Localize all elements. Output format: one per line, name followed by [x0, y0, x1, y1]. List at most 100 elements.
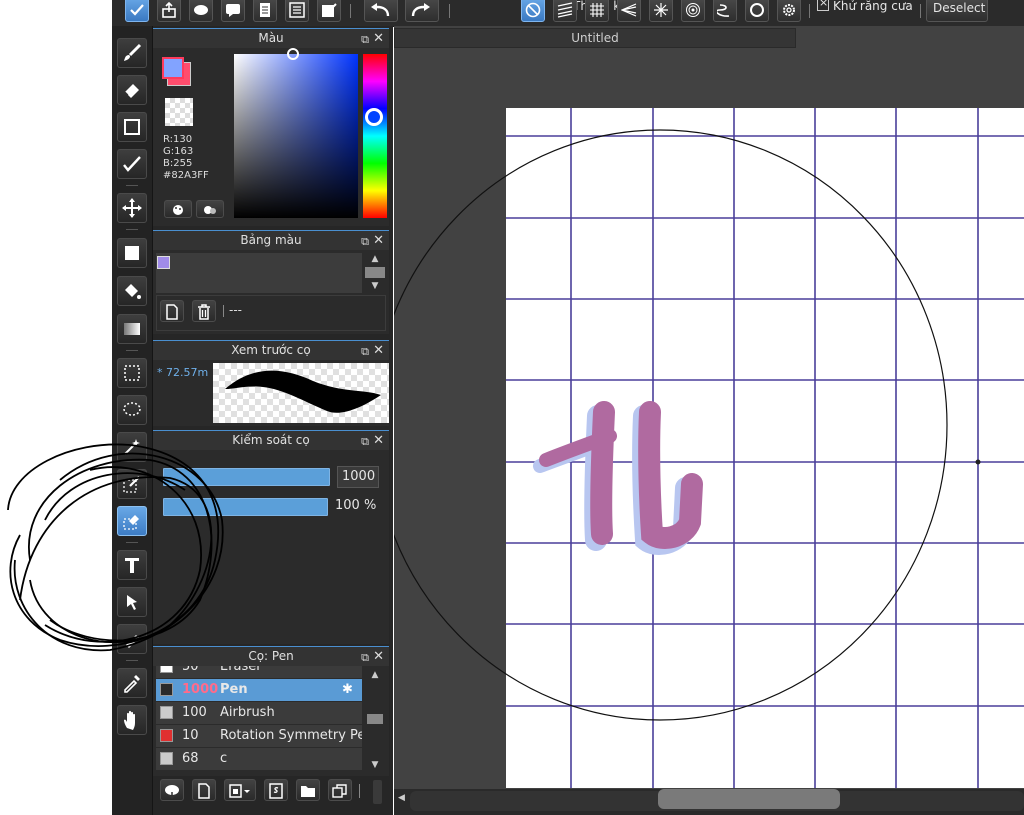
move-icon[interactable] [117, 193, 147, 223]
brush-list-item[interactable]: 50 Eraser [156, 666, 362, 678]
perspective-ruler-icon[interactable] [617, 0, 641, 22]
new-brush-icon[interactable] [192, 779, 216, 801]
color-mix-button[interactable] [196, 200, 224, 218]
select-eraser-icon[interactable] [117, 506, 147, 536]
color-wheel-button[interactable] [164, 200, 192, 218]
brush-size-readout: * 72.57m [157, 366, 209, 379]
hand-icon[interactable] [117, 705, 147, 735]
brush-settings-icon[interactable] [264, 779, 288, 801]
popout-icon[interactable]: ⧉ [361, 30, 369, 49]
ruler-center-point[interactable] [975, 459, 981, 465]
size-value-box[interactable]: 1000 [337, 466, 379, 488]
brush-list-title: Cọ: Pen [248, 649, 294, 663]
scrollbar-thumb[interactable] [658, 789, 840, 809]
brush-icon[interactable] [117, 38, 147, 68]
select-pen-icon[interactable] [117, 469, 147, 499]
brush-list-item[interactable]: 100 Airbrush [156, 702, 362, 724]
trash-icon[interactable] [192, 300, 216, 322]
deselect-button[interactable]: Deselect [926, 0, 988, 22]
concentric-ruler-icon[interactable] [681, 0, 705, 22]
lasso-icon[interactable] [117, 395, 147, 425]
popout-icon[interactable]: ⧉ [361, 342, 369, 361]
palette-grid[interactable] [156, 253, 362, 293]
top-toolbar: Thước kẻ Khử răng cưa Deselect [112, 0, 1024, 27]
saturation-value-picker[interactable] [234, 54, 358, 218]
rectangle-select-icon[interactable] [117, 112, 147, 142]
primary-color-swatch[interactable] [162, 57, 184, 79]
brush-list-handle[interactable] [373, 780, 382, 804]
edit-icon[interactable] [317, 0, 341, 22]
antialias-checkbox[interactable] [817, 0, 829, 11]
operation-icon[interactable] [117, 587, 147, 617]
checkmark-icon[interactable] [125, 0, 149, 22]
bucket-icon[interactable] [117, 276, 147, 306]
brush-list-scrollbar[interactable]: ▲ ▼ [365, 670, 385, 770]
red-value: R:130 [163, 134, 193, 145]
antialias-toggle[interactable]: Khử răng cưa [817, 0, 913, 13]
popout-icon[interactable]: ⧉ [361, 232, 369, 251]
gradient-icon[interactable] [117, 314, 147, 344]
blue-value: B:255 [163, 158, 193, 169]
brush-list-item[interactable]: 1000 Pen ✱ [156, 679, 362, 701]
brush-name: c [220, 751, 228, 766]
popout-icon[interactable]: ⧉ [361, 432, 369, 451]
color-panel-title: Màu [258, 31, 284, 45]
close-icon[interactable]: ✕ [373, 231, 384, 250]
curve-ruler-icon[interactable] [713, 0, 737, 22]
undo-icon[interactable] [364, 0, 398, 22]
eyedropper-check-icon[interactable] [117, 149, 147, 179]
hue-slider[interactable] [363, 54, 387, 218]
grid-ruler-icon[interactable] [585, 0, 609, 22]
brush-name: Pen [220, 682, 248, 697]
brush-type-dropdown[interactable] [224, 779, 256, 801]
close-icon[interactable]: ✕ [373, 647, 384, 666]
brush-control-header: Kiểm soát cọ ⧉ ✕ [153, 430, 389, 450]
eraser-icon[interactable] [117, 75, 147, 105]
eyedropper-icon[interactable] [117, 668, 147, 698]
popout-icon[interactable]: ⧉ [361, 648, 369, 667]
brush-list-item[interactable]: 10 Rotation Symmetry Pe [156, 725, 362, 747]
hue-slider-handle[interactable] [365, 108, 383, 126]
palette-status: --- [229, 303, 242, 317]
size-slider-fill[interactable] [163, 468, 330, 486]
ruler-settings-icon[interactable] [777, 0, 801, 22]
cloud-brush-icon[interactable] [160, 779, 184, 801]
folder-icon[interactable] [296, 779, 320, 801]
canvas-sheet[interactable] [506, 108, 1024, 788]
sv-picker-handle[interactable] [287, 48, 299, 60]
no-ruler-icon[interactable] [521, 0, 545, 22]
text-icon[interactable] [117, 550, 147, 580]
close-icon[interactable]: ✕ [373, 341, 384, 360]
palette-scrollbar[interactable]: ▲ ▼ [365, 254, 385, 292]
opacity-value[interactable]: 100 % [335, 498, 376, 513]
layers-icon[interactable] [285, 0, 309, 22]
brush-settings-gear-icon[interactable]: ✱ [342, 679, 353, 701]
opacity-slider-track[interactable] [163, 498, 328, 516]
size-slider-track[interactable] [163, 468, 330, 486]
fill-rect-icon[interactable] [117, 238, 147, 268]
close-icon[interactable]: ✕ [373, 29, 384, 48]
parallel-ruler-icon[interactable] [553, 0, 577, 22]
scroll-left-icon[interactable]: ◀ [398, 793, 405, 803]
new-palette-icon[interactable] [160, 300, 184, 322]
ellipse-ruler-icon[interactable] [745, 0, 769, 22]
duplicate-icon[interactable] [328, 779, 352, 801]
cloud-icon[interactable] [189, 0, 213, 22]
palette-swatch[interactable] [157, 256, 170, 269]
document-tab[interactable]: Untitled [394, 28, 796, 48]
green-value: G:163 [163, 146, 194, 157]
close-icon[interactable]: ✕ [373, 431, 384, 450]
brush-list-item[interactable]: 68 c [156, 748, 362, 770]
radial-ruler-icon[interactable] [649, 0, 673, 22]
magic-wand-icon[interactable] [117, 432, 147, 462]
document-icon[interactable] [253, 0, 277, 22]
opacity-slider-fill[interactable] [163, 498, 328, 516]
brush-small-icon[interactable] [117, 624, 147, 654]
color-readout: R:130 G:163 B:255 #82A3FF [163, 134, 209, 182]
marquee-icon[interactable] [117, 358, 147, 388]
share-icon[interactable] [157, 0, 181, 22]
transparent-color-swatch[interactable] [165, 98, 193, 126]
comment-icon[interactable] [221, 0, 245, 22]
redo-icon[interactable] [405, 0, 439, 22]
brush-size: 1000 [182, 682, 219, 697]
